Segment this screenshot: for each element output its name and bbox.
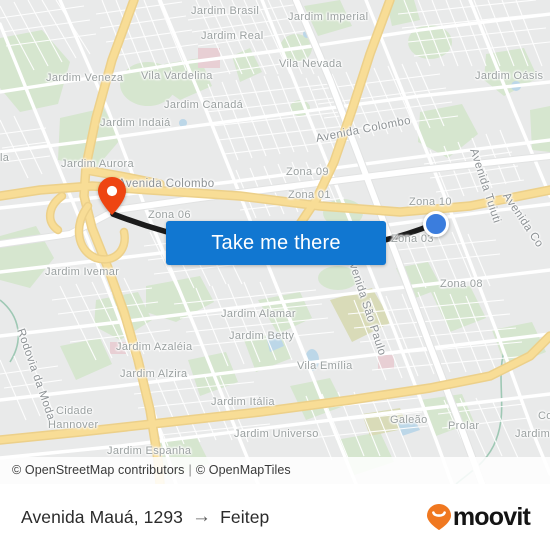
openmaptiles-attribution-link[interactable]: © OpenMapTiles — [196, 463, 291, 477]
origin-pin-icon — [98, 177, 126, 215]
map-attribution: © OpenStreetMap contributors | © OpenMapTi… — [0, 457, 550, 484]
origin-label: Avenida Mauá, 1293 — [21, 506, 184, 527]
moovit-map-screenshot: Jardim Brasil Jardim Imperial Jardim Real V… — [0, 0, 550, 550]
arrow-right-icon: → — [192, 505, 212, 527]
moovit-logo[interactable]: moovit — [426, 502, 531, 531]
destination-dot[interactable] — [423, 211, 449, 237]
moovit-pin-icon — [426, 504, 451, 530]
osm-attribution-link[interactable]: © OpenStreetMap contributors — [12, 463, 185, 477]
origin-pin[interactable] — [98, 177, 126, 215]
take-me-there-button[interactable]: Take me there — [166, 221, 386, 265]
map-canvas[interactable]: Jardim Brasil Jardim Imperial Jardim Real V… — [0, 0, 550, 484]
route-summary: Avenida Mauá, 1293 → Feitep — [21, 507, 269, 528]
footer-bar: Avenida Mauá, 1293 → Feitep moovit — [0, 484, 550, 550]
attribution-separator: | — [188, 463, 192, 477]
destination-label: Feitep — [220, 506, 270, 527]
moovit-wordmark: moovit — [452, 502, 531, 531]
